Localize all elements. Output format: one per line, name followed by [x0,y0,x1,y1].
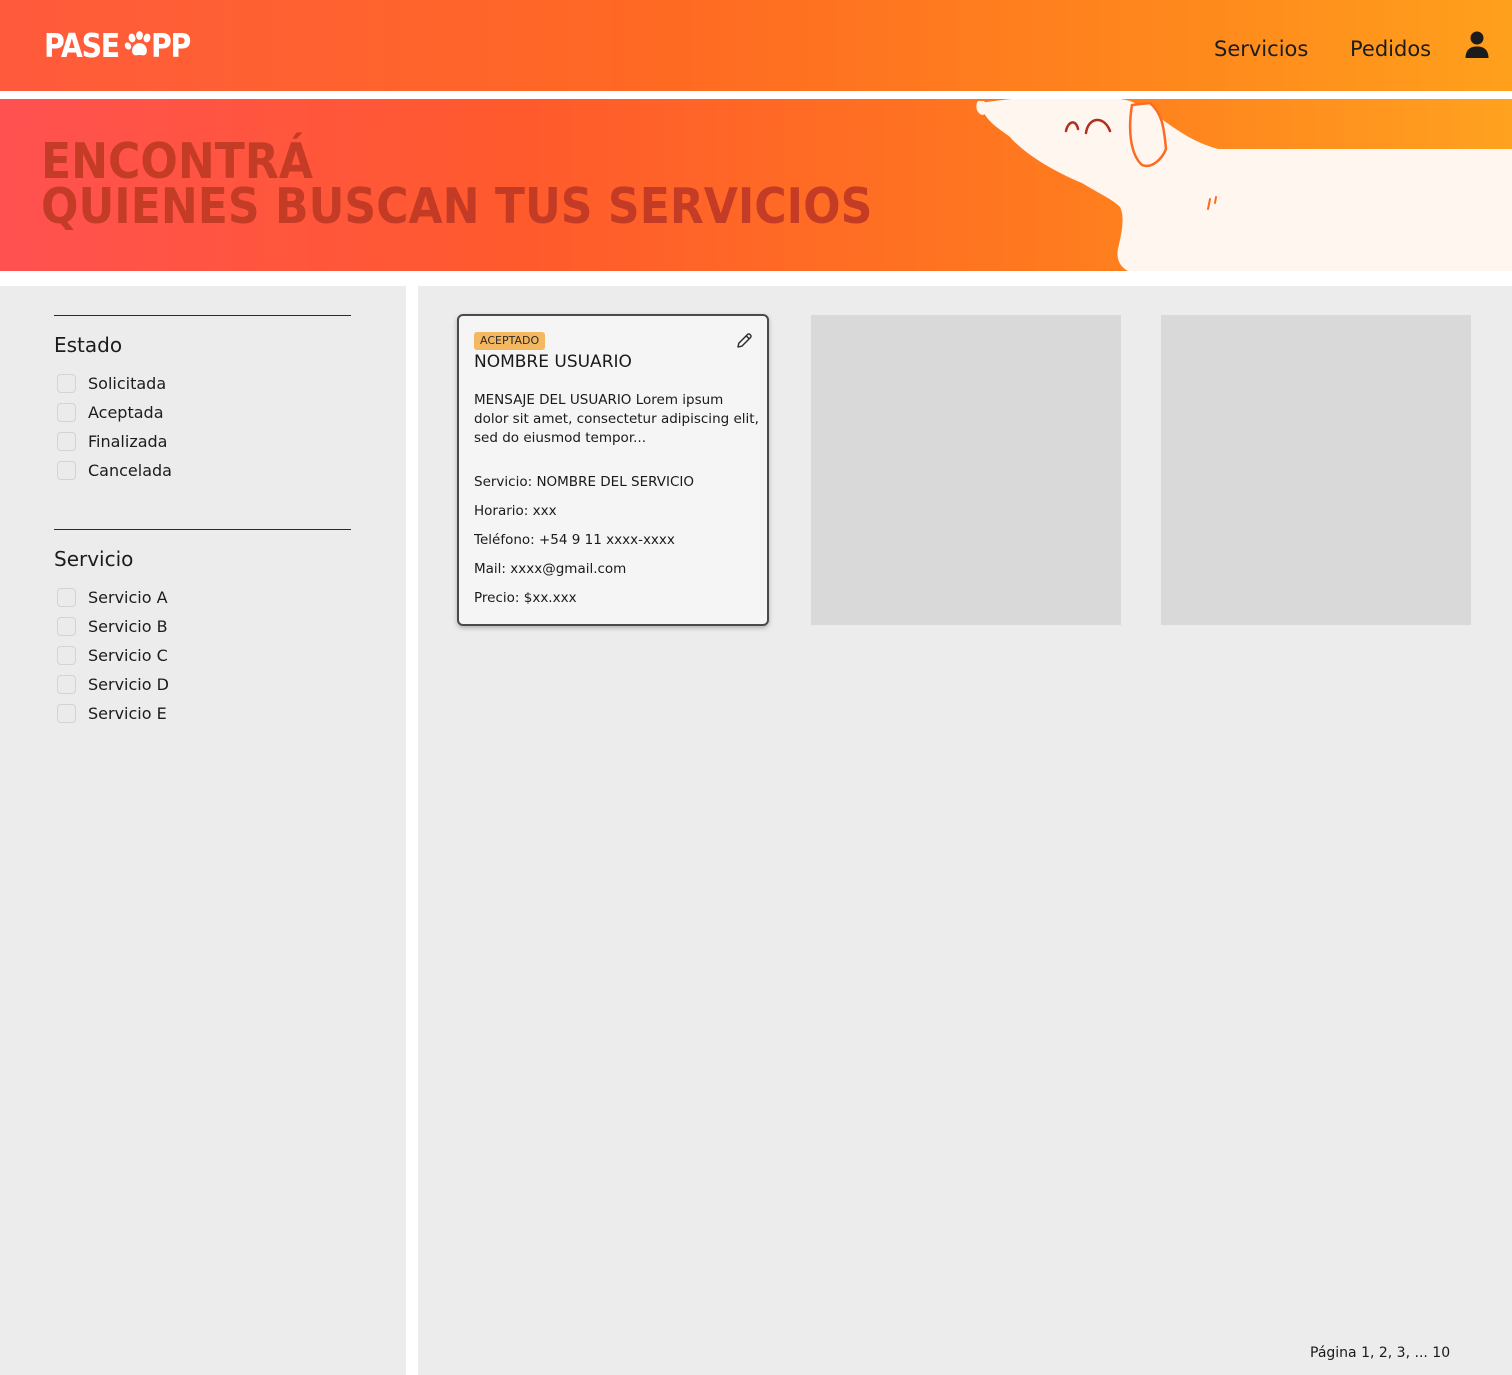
filter-option-servicio-a[interactable]: Servicio A [54,583,351,612]
logo-text-left: PASE [44,25,120,65]
card-telefono: Teléfono: +54 9 11 xxxx-xxxx [474,532,675,548]
pagination[interactable]: Página 1, 2, 3, ... 10 [1310,1345,1450,1361]
filter-option-finalizada[interactable]: Finalizada [54,427,351,456]
filter-group-estado: Estado Solicitada Aceptada Finalizada Ca… [54,315,351,485]
filter-option-servicio-e[interactable]: Servicio E [54,699,351,728]
checkbox[interactable] [57,403,76,422]
filter-option-servicio-b[interactable]: Servicio B [54,612,351,641]
logo-text-right: PP [151,25,191,65]
filter-option-label: Aceptada [88,403,164,422]
card-precio: Precio: $xx.xxx [474,590,577,606]
filter-option-servicio-c[interactable]: Servicio C [54,641,351,670]
filter-option-label: Finalizada [88,432,168,451]
hero-title: ENCONTRÁ QUIENES BUSCAN TUS SERVICIOS [41,137,873,235]
card-placeholder [811,315,1121,625]
filter-option-label: Cancelada [88,461,172,480]
filter-list-servicio: Servicio A Servicio B Servicio C Servici… [54,583,351,728]
card-user-name: NOMBRE USUARIO [474,352,632,372]
filter-group-servicio: Servicio Servicio A Servicio B Servicio … [54,529,351,728]
checkbox[interactable] [57,617,76,636]
checkbox[interactable] [57,588,76,607]
filter-option-label: Servicio E [88,704,167,723]
checkbox[interactable] [57,704,76,723]
status-badge: ACEPTADO [474,332,546,350]
filter-option-servicio-d[interactable]: Servicio D [54,670,351,699]
filter-option-label: Servicio C [88,646,168,665]
nav-pedidos-link[interactable]: Pedidos [1350,37,1431,61]
filter-title-servicio: Servicio [54,547,134,571]
divider [54,315,351,316]
checkbox[interactable] [57,432,76,451]
nav-servicios-link[interactable]: Servicios [1214,37,1308,61]
card-horario: Horario: xxx [474,503,557,519]
filter-option-cancelada[interactable]: Cancelada [54,456,351,485]
request-card[interactable]: ACEPTADO NOMBRE USUARIO MENSAJE DEL USUA… [457,314,769,626]
checkbox[interactable] [57,374,76,393]
hero-banner: ENCONTRÁ QUIENES BUSCAN TUS SERVICIOS [0,99,1512,271]
pencil-edit-icon[interactable] [735,332,753,350]
filter-option-label: Servicio B [88,617,168,636]
filter-option-label: Solicitada [88,374,167,393]
card-mail: Mail: xxxx@gmail.com [474,561,627,577]
filter-option-label: Servicio A [88,588,168,607]
filter-option-solicitada[interactable]: Solicitada [54,369,351,398]
user-icon[interactable] [1464,30,1490,60]
filter-option-aceptada[interactable]: Aceptada [54,398,351,427]
filter-title-estado: Estado [54,333,123,357]
hero-title-line-2: QUIENES BUSCAN TUS SERVICIOS [41,178,873,235]
card-message: MENSAJE DEL USUARIO Lorem ipsum dolor si… [474,392,759,446]
filter-list-estado: Solicitada Aceptada Finalizada Cancelada [54,369,351,485]
card-servicio: Servicio: NOMBRE DEL SERVICIO [474,474,695,490]
top-navbar: PASE PP Servicios Pedidos [0,0,1512,91]
checkbox[interactable] [57,646,76,665]
checkbox[interactable] [57,675,76,694]
filter-option-label: Servicio D [88,675,169,694]
dog-illustration [976,99,1512,271]
card-placeholder [1161,315,1471,625]
checkbox[interactable] [57,461,76,480]
divider [54,529,351,530]
app-logo[interactable]: PASE PP [44,24,196,66]
